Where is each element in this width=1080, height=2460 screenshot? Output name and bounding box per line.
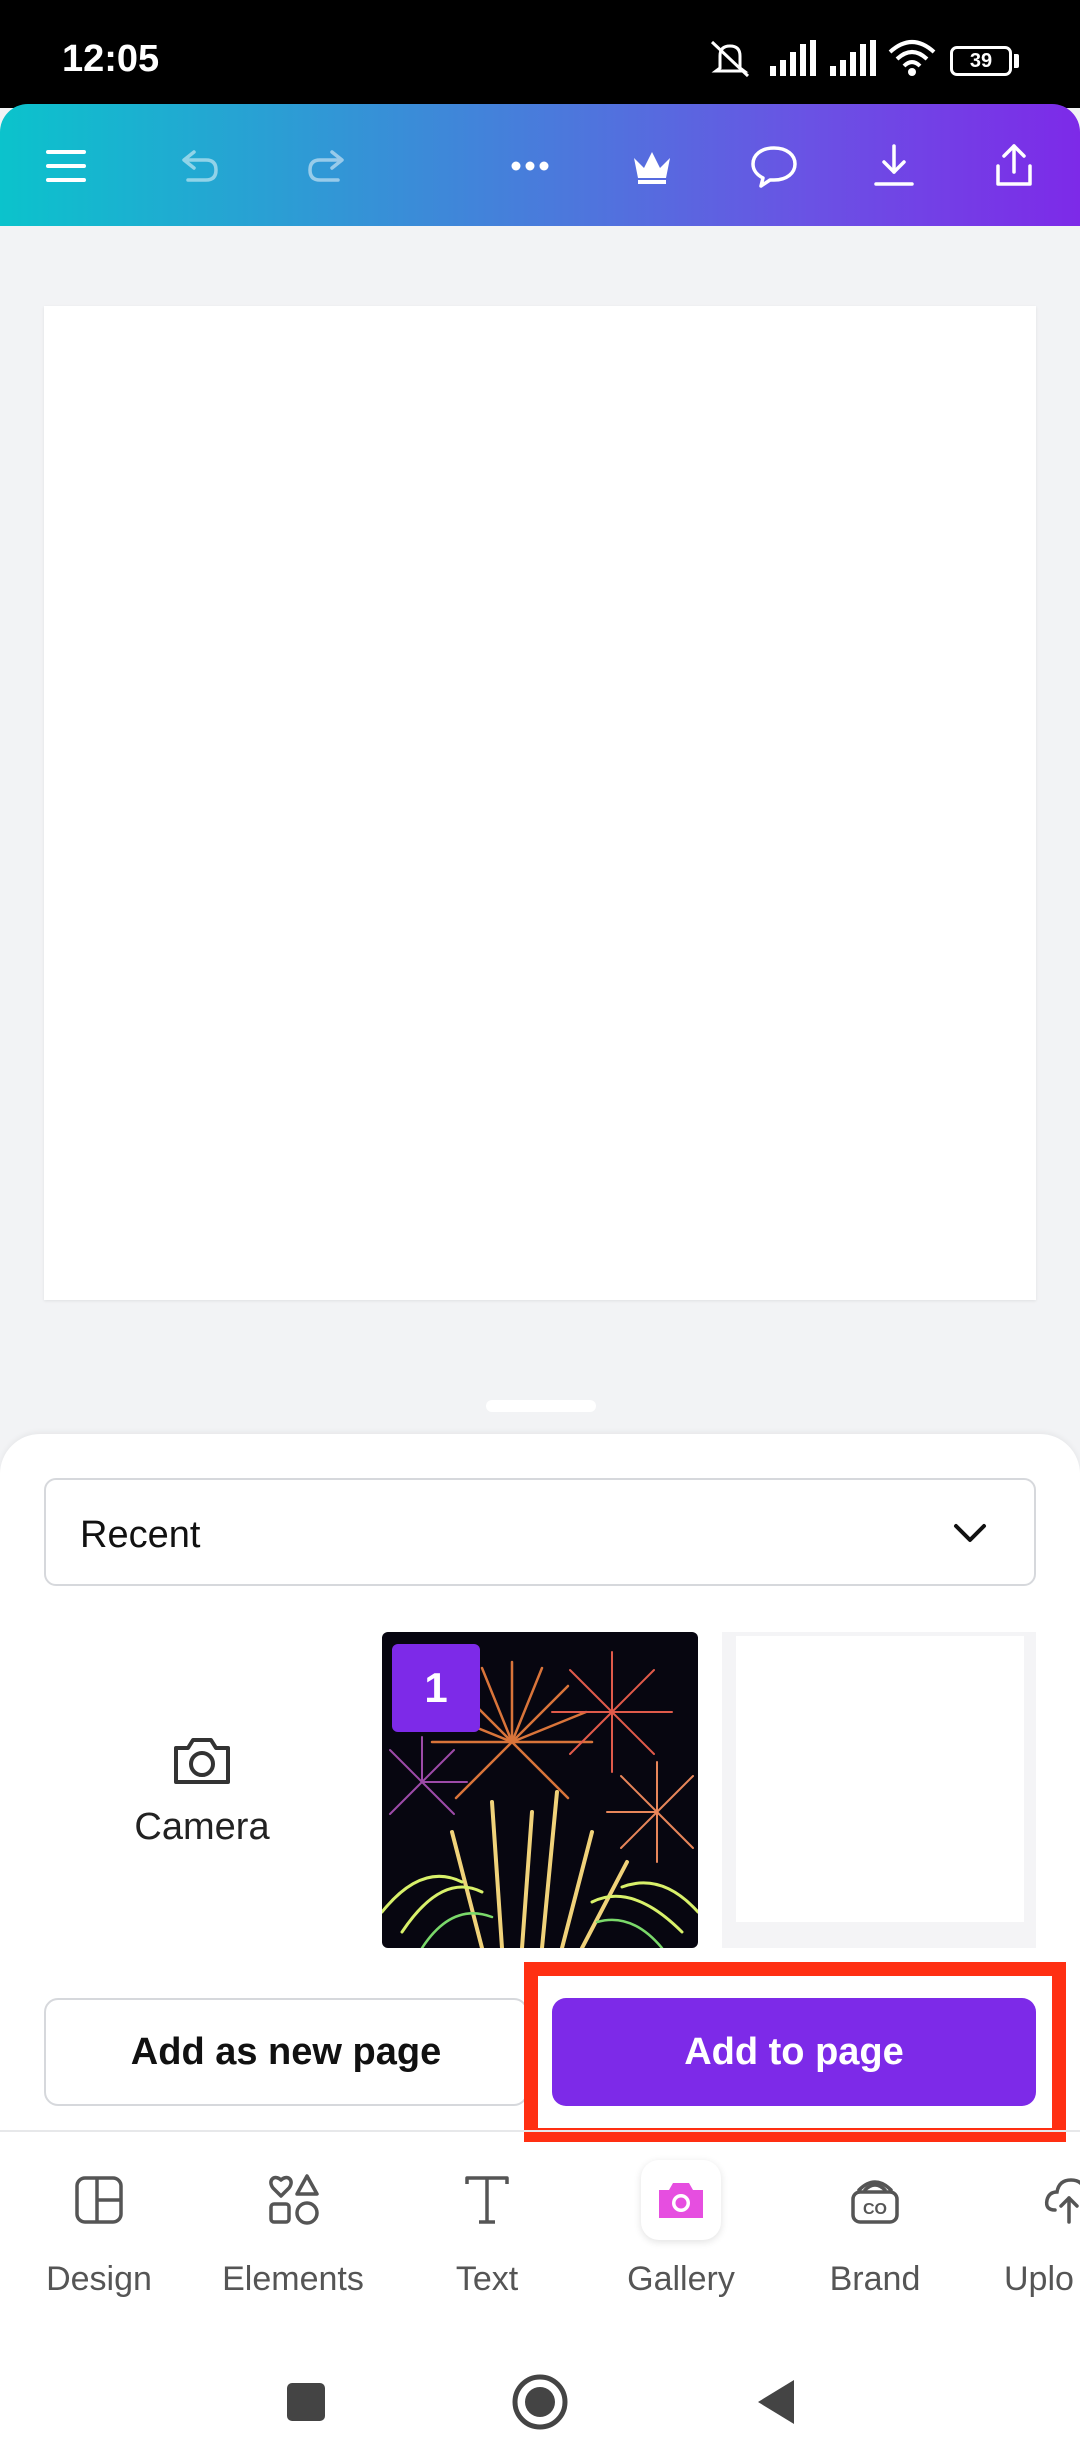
crown-icon <box>634 152 670 184</box>
comment-button[interactable] <box>738 130 810 202</box>
tab-label: Brand <box>829 2260 921 2298</box>
selection-count-badge: 1 <box>392 1644 480 1732</box>
more-button[interactable] <box>494 130 566 202</box>
design-page[interactable] <box>44 306 1036 1300</box>
redo-icon <box>308 150 344 182</box>
blank-image-preview <box>736 1636 1024 1922</box>
elements-icon <box>269 2174 319 2225</box>
add-as-new-page-button[interactable]: Add as new page <box>44 1998 528 2106</box>
download-icon <box>874 144 914 186</box>
tab-brand[interactable]: CO Brand <box>800 2160 950 2310</box>
battery-level: 39 <box>969 50 993 72</box>
svg-text:CO: CO <box>863 2201 887 2218</box>
tab-label: Uplo <box>1004 2260 1074 2298</box>
status-clock: 12:05 <box>62 38 160 80</box>
tab-label: Elements <box>222 2260 364 2298</box>
premium-button[interactable] <box>616 130 688 202</box>
sheet-drag-handle[interactable] <box>486 1400 596 1412</box>
tab-uploads[interactable]: Uplo <box>994 2160 1080 2310</box>
home-icon[interactable] <box>510 2372 570 2432</box>
recents-icon[interactable] <box>276 2372 336 2432</box>
camera-icon <box>659 2183 703 2218</box>
chevron-down-icon <box>954 1524 986 1542</box>
tab-label: Text <box>455 2260 519 2298</box>
album-dropdown-label: Recent <box>80 1514 201 1556</box>
signal-icon <box>770 40 816 76</box>
signal-icon <box>830 40 876 76</box>
menu-icon <box>46 150 86 182</box>
tab-text[interactable]: Text <box>412 2160 562 2310</box>
mute-icon <box>710 40 750 78</box>
camera-label: Camera <box>134 1806 270 1848</box>
undo-icon <box>182 150 218 182</box>
design-icon <box>75 2176 123 2224</box>
redo-button[interactable] <box>292 130 364 202</box>
more-icon <box>511 161 549 171</box>
battery-tip <box>1014 54 1019 68</box>
camera-tile[interactable] <box>44 1632 360 1948</box>
gallery-icon-container <box>641 2160 721 2240</box>
tab-gallery[interactable]: Gallery <box>606 2160 756 2310</box>
back-icon[interactable] <box>746 2372 806 2432</box>
tab-design[interactable]: Design <box>24 2160 174 2310</box>
tab-elements[interactable]: Elements <box>218 2160 368 2310</box>
wifi-icon <box>888 40 936 76</box>
tab-label: Gallery <box>627 2260 735 2298</box>
battery-icon: 39 <box>950 46 1012 76</box>
text-icon <box>465 2176 509 2224</box>
add-to-page-button[interactable]: Add to page <box>552 1998 1036 2106</box>
camera-icon <box>174 1738 230 1784</box>
share-button[interactable] <box>978 130 1050 202</box>
divider <box>0 2130 1080 2132</box>
menu-button[interactable] <box>30 130 102 202</box>
brand-icon: CO <box>851 2180 899 2224</box>
undo-button[interactable] <box>162 130 234 202</box>
share-icon <box>996 144 1032 186</box>
tab-label: Design <box>46 2260 152 2298</box>
upload-icon <box>1044 2178 1080 2224</box>
comment-icon <box>751 146 797 188</box>
download-button[interactable] <box>858 130 930 202</box>
